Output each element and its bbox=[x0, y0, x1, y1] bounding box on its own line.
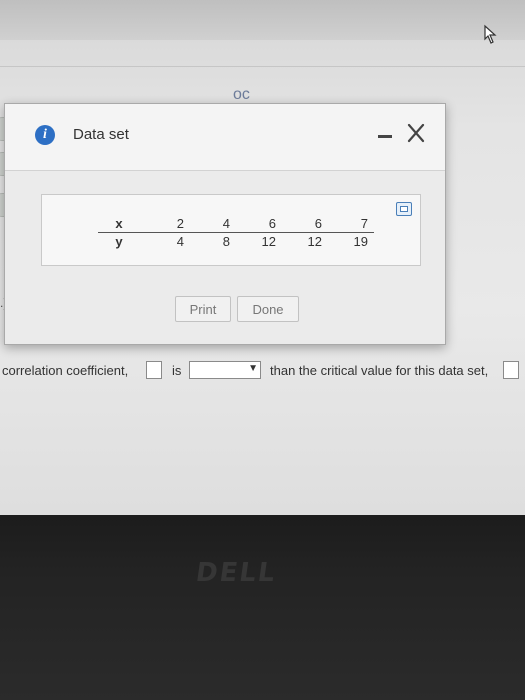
dialog-title: Data set bbox=[73, 126, 129, 143]
table-cell: 8 bbox=[222, 233, 230, 249]
table-cell: 6 bbox=[236, 215, 282, 233]
mouse-pointer-icon bbox=[484, 24, 497, 44]
row-label: y bbox=[115, 233, 123, 249]
table-cell: 2 bbox=[144, 215, 190, 233]
divider bbox=[0, 66, 525, 67]
table-cell: 4 bbox=[176, 233, 184, 249]
critical-value-answer-box[interactable] bbox=[503, 361, 519, 379]
copy-data-button[interactable] bbox=[396, 202, 412, 216]
table-cell: 12 bbox=[261, 233, 276, 249]
monitor-brand-logo: DELL bbox=[193, 558, 279, 588]
question-text-2: is bbox=[172, 363, 182, 378]
done-button[interactable]: Done bbox=[237, 296, 299, 322]
print-button[interactable]: Print bbox=[175, 296, 231, 322]
question-text-3: than the critical value for this data se… bbox=[270, 363, 489, 378]
table-cell: 4 bbox=[190, 215, 236, 233]
data-table: x 2 4 6 6 7 y 4 8 12 12 19 bbox=[98, 215, 374, 249]
close-button[interactable] bbox=[401, 118, 431, 148]
close-icon bbox=[407, 123, 425, 143]
dropdown-arrow-icon: ▼ bbox=[248, 363, 258, 374]
question-text-1: correlation coefficient, bbox=[2, 363, 129, 378]
data-table-panel: x 2 4 6 6 7 y 4 8 12 12 19 bbox=[41, 194, 421, 266]
question-line: correlation coefficient, is ▼ than the c… bbox=[0, 360, 525, 382]
minimize-button[interactable] bbox=[375, 124, 395, 144]
table-cell: 12 bbox=[307, 233, 322, 249]
dialog-header: i Data set bbox=[5, 104, 445, 171]
info-icon: i bbox=[35, 125, 55, 145]
background-text-fragment: oc bbox=[233, 86, 250, 103]
top-toolbar-area bbox=[0, 0, 525, 40]
monitor-bezel bbox=[0, 515, 525, 700]
comparison-dropdown[interactable]: ▼ bbox=[189, 361, 261, 379]
minimize-icon bbox=[378, 135, 392, 138]
table-row: x 2 4 6 6 7 bbox=[98, 215, 374, 233]
row-label: x bbox=[98, 215, 144, 233]
table-cell: 19 bbox=[353, 233, 368, 249]
correlation-answer-box[interactable] bbox=[146, 361, 162, 379]
data-set-dialog: i Data set x 2 4 6 6 7 y 4 8 12 12 19 Pr… bbox=[4, 103, 446, 345]
table-cell: 6 bbox=[282, 215, 328, 233]
table-cell: 7 bbox=[328, 215, 374, 233]
table-row: y 4 8 12 12 19 bbox=[98, 233, 374, 250]
